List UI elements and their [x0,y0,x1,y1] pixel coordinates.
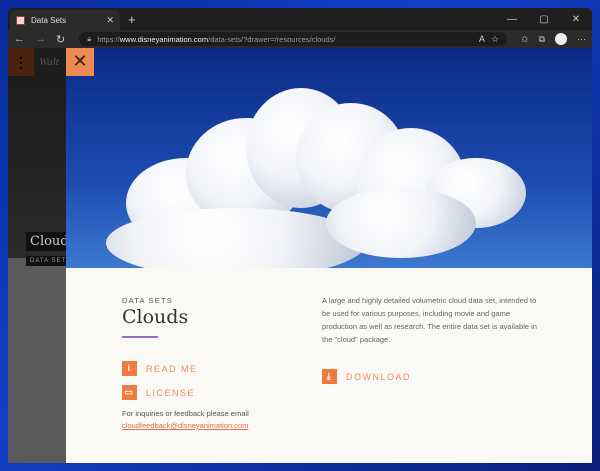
email-link[interactable]: cloudfeedback@disneyanimation.com [122,421,248,430]
info-icon: i [122,361,137,376]
background-tag: DATA SETS [26,256,66,266]
background-hero [8,48,66,258]
tab-data-sets[interactable]: Data Sets ✕ [10,10,120,30]
favicon-icon [16,15,25,25]
license-label: LICENSE [146,387,196,398]
download-label: DOWNLOAD [346,371,412,382]
title-divider [122,336,158,338]
tab-title: Data Sets [31,15,67,25]
kicker: DATA SETS [122,296,173,305]
readme-link[interactable]: i READ ME [122,361,198,376]
site-logo[interactable]: Walt [34,48,66,76]
minimize-button[interactable]: — [496,14,528,25]
download-link[interactable]: ⤓ DOWNLOAD [322,369,411,384]
close-tab-icon[interactable]: ✕ [106,15,114,26]
address-bar-row: ← → ↻ 🔒︎ https://www.disneyanimation.com… [8,30,592,48]
lock-icon: 🔒︎ [87,34,92,43]
download-icon: ⤓ [322,369,337,384]
browser-window: Data Sets ✕ + — ▢ ✕ ← → ↻ 🔒︎ https://www… [8,8,592,463]
collections-icon[interactable]: ⧉ [539,34,545,45]
page-content: ⋮ Walt Clouds DATA SETS DATA SETS Clouds… [8,48,592,463]
back-icon[interactable]: ← [14,33,25,45]
url-prefix: https:// [97,34,120,44]
close-drawer-button[interactable]: ✕ [66,48,94,76]
url-domain: www.disneyanimation.com [119,34,209,44]
inquiry-note: For inquiries or feedback please email cl… [122,408,249,432]
maximize-button[interactable]: ▢ [528,14,560,25]
license-link[interactable]: ▭ LICENSE [122,385,195,400]
readme-label: READ ME [146,363,198,374]
inquiry-text: For inquiries or feedback please email [122,409,249,418]
drawer-panel: DATA SETS Clouds i READ ME ▭ LICENSE For i… [66,48,592,463]
url-input[interactable]: 🔒︎ https://www.disneyanimation.com/data-… [79,32,508,46]
tab-bar: Data Sets ✕ + — ▢ ✕ [8,8,592,30]
url-text: https://www.disneyanimation.com/data-set… [97,35,335,44]
read-aloud-icon[interactable]: A [479,34,485,44]
dataset-title: Clouds [122,306,189,328]
forward-icon[interactable]: → [35,33,46,45]
menu-icon[interactable]: ⋮ [8,48,34,76]
more-icon[interactable]: ··· [577,34,586,44]
profile-avatar[interactable] [555,33,567,45]
new-tab-button[interactable]: + [128,12,136,27]
refresh-icon[interactable]: ↻ [56,33,65,46]
close-window-button[interactable]: ✕ [560,14,592,25]
background-title: Clouds [26,232,66,251]
dataset-info: DATA SETS Clouds i READ ME ▭ LICENSE For i… [66,268,592,463]
clouds-hero-image [66,48,592,268]
dataset-description: A large and highly detailed volumetric c… [322,296,537,344]
document-icon: ▭ [122,385,137,400]
favorite-icon[interactable]: ☆ [491,34,499,45]
url-path: /data-sets/?drawer=/resources/clouds/ [208,34,336,44]
favorites-icon[interactable]: ✩ [521,34,529,45]
logo-text: Walt [39,56,59,68]
